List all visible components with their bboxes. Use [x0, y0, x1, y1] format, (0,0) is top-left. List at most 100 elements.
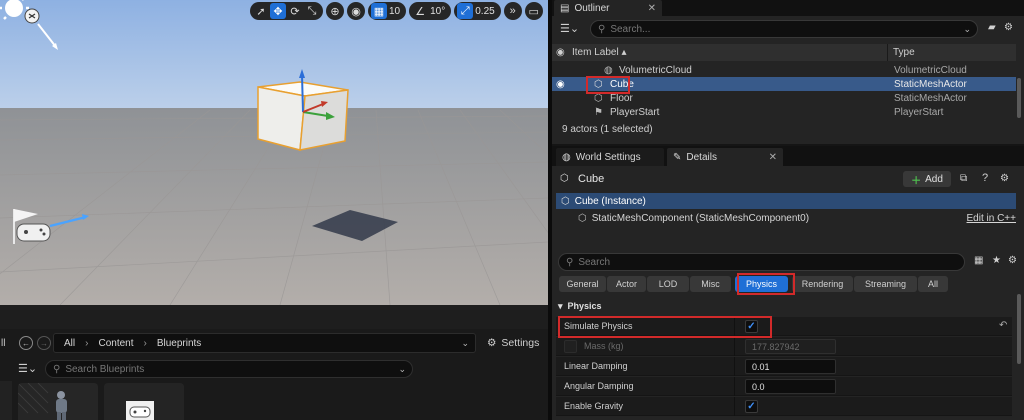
blueprint-icon[interactable]: ⧉: [960, 173, 967, 184]
add-folder-icon[interactable]: ▰: [988, 22, 996, 33]
outliner-footer: 9 actors (1 selected): [562, 124, 653, 135]
column-divider[interactable]: [734, 337, 735, 356]
mass-override-checkbox[interactable]: [564, 340, 577, 353]
camera-settings-icon[interactable]: ▭: [524, 2, 543, 20]
edit-in-cpp-link[interactable]: Edit in C++: [967, 213, 1016, 224]
more-options-icon[interactable]: »: [503, 2, 522, 20]
category-actor[interactable]: Actor: [607, 276, 646, 292]
surface-snapping-icon[interactable]: ◉: [347, 2, 365, 20]
outliner-row-volumetriccloud[interactable]: ◍ VolumetricCloud VolumetricCloud: [552, 63, 1016, 77]
simulate-physics-checkbox[interactable]: ✓: [745, 320, 758, 333]
column-divider[interactable]: [734, 397, 735, 416]
filter-icon[interactable]: ☰⌄: [560, 22, 579, 35]
close-icon[interactable]: ✕: [648, 3, 656, 14]
outliner-tab-bar: ▤ Outliner ✕: [552, 0, 1024, 16]
component-row-instance[interactable]: ⬡ Cube (Instance): [556, 193, 1016, 209]
category-general[interactable]: General: [559, 276, 606, 292]
blueprint-search-input[interactable]: ⚲ Search Blueprints ⌄: [45, 360, 413, 378]
viewport-scene[interactable]: [0, 0, 548, 305]
details-search-input[interactable]: ⚲ Search: [558, 253, 965, 271]
mass-input[interactable]: 177.827942: [745, 339, 836, 354]
column-divider[interactable]: [734, 377, 735, 396]
components-tree: ⬡ Cube (Instance) ⬡ StaticMeshComponent …: [556, 193, 1020, 227]
content-settings-button[interactable]: ⚙ Settings: [487, 337, 539, 349]
asset-tile-character[interactable]: [18, 383, 98, 420]
column-divider[interactable]: [734, 357, 735, 376]
tab-outliner[interactable]: ▤ Outliner ✕: [554, 0, 662, 16]
prop-label: Simulate Physics: [564, 321, 633, 331]
outliner-settings-icon[interactable]: ⚙: [1004, 22, 1013, 33]
scale-snap-icon[interactable]: ⤢: [457, 3, 474, 19]
category-lod[interactable]: LOD: [647, 276, 689, 292]
outliner-row-floor[interactable]: ⬡ Floor StaticMeshActor: [552, 91, 1016, 105]
component-row-staticmesh[interactable]: ⬡ StaticMeshComponent (StaticMeshCompone…: [556, 210, 1016, 226]
category-rendering[interactable]: Rendering: [792, 276, 853, 292]
prop-label: Enable Gravity: [564, 401, 624, 411]
breadcrumb-blueprints[interactable]: Blueprints: [157, 338, 201, 349]
search-placeholder: Search: [578, 256, 611, 268]
plus-icon: ＋: [911, 175, 922, 187]
grid-snap-value[interactable]: 10: [388, 6, 403, 17]
grid-snap-group[interactable]: ▦ 10: [368, 2, 407, 20]
scale-snap-value[interactable]: 0.25: [474, 6, 497, 17]
outliner-search-input[interactable]: ⚲ Search... ⌄: [590, 20, 978, 38]
breadcrumb-content[interactable]: Content: [98, 338, 133, 349]
category-filter-bar: General Actor LOD Misc Physics Rendering…: [559, 276, 948, 293]
breadcrumb-all[interactable]: All: [64, 338, 75, 349]
cloud-icon: ◍: [604, 64, 613, 76]
outliner-row-playerstart[interactable]: ⚑ PlayerStart PlayerStart: [552, 105, 1016, 119]
settings-icon[interactable]: ⚙: [1000, 173, 1009, 184]
search-icon: ⚲: [566, 256, 574, 268]
world-local-toggle-icon[interactable]: ⊕: [326, 2, 344, 20]
reset-to-default-icon[interactable]: ↶: [999, 320, 1007, 331]
chevron-down-icon[interactable]: ⌄: [461, 338, 469, 349]
rotation-snap-group[interactable]: ∠ 10°: [409, 2, 452, 20]
tab-world-settings[interactable]: ◍ World Settings: [556, 148, 664, 166]
filter-icon[interactable]: ☰⌄: [18, 362, 37, 375]
category-physics[interactable]: Physics: [735, 276, 788, 292]
angular-damping-input[interactable]: 0.0: [745, 379, 836, 394]
forward-arrow-icon[interactable]: →: [37, 336, 51, 350]
rotation-snap-value[interactable]: 10°: [429, 6, 448, 17]
details-tab-bar: ◍ World Settings ✎ Details ✕: [552, 146, 1024, 166]
details-settings-icon[interactable]: ⚙: [1008, 255, 1017, 266]
asset-tile-gamemode[interactable]: [104, 383, 184, 420]
category-streaming[interactable]: Streaming: [854, 276, 917, 292]
category-misc[interactable]: Misc: [690, 276, 731, 292]
grid-snap-icon[interactable]: ▦: [371, 3, 387, 19]
scale-snap-group[interactable]: ⤢ 0.25: [454, 2, 501, 20]
property-matrix-icon[interactable]: ▦: [974, 255, 983, 266]
chevron-down-icon[interactable]: ⌄: [963, 24, 971, 35]
scale-mode-icon[interactable]: ⤡: [304, 3, 320, 19]
world-settings-tab-label: World Settings: [575, 151, 641, 163]
back-arrow-icon[interactable]: ←: [19, 336, 33, 350]
rotate-mode-icon[interactable]: ⟳: [287, 3, 303, 19]
add-component-button[interactable]: ＋ Add: [903, 171, 951, 187]
favorites-star-icon[interactable]: ★: [992, 255, 1001, 266]
outliner-scrollbar[interactable]: [1017, 78, 1021, 118]
column-item-label[interactable]: Item Label ▴: [572, 47, 627, 58]
breadcrumb[interactable]: All › Content › Blueprints ⌄: [53, 333, 476, 353]
level-viewport[interactable]: ➚ ✥ ⟳ ⤡ ⊕ ◉ ▦ 10 ∠ 10° ⤢ 0.25 » ▭: [0, 0, 548, 305]
outliner-row-cube[interactable]: ◉ ⬡ Cube StaticMeshActor: [552, 77, 1016, 91]
prop-mass: Mass (kg) 177.827942: [556, 337, 1012, 356]
row-label: VolumetricCloud: [619, 64, 692, 76]
visibility-eye-icon[interactable]: ◉: [556, 47, 565, 58]
select-mode-icon[interactable]: ➚: [253, 3, 269, 19]
help-icon[interactable]: ?: [982, 172, 988, 184]
column-divider[interactable]: [734, 317, 735, 336]
actor-name[interactable]: Cube: [578, 173, 604, 185]
details-scrollbar[interactable]: [1017, 294, 1021, 364]
details-search-row: ⚲ Search ▦ ★ ⚙: [552, 253, 1024, 273]
enable-gravity-checkbox[interactable]: ✓: [745, 400, 758, 413]
visibility-eye-icon[interactable]: ◉: [556, 79, 565, 90]
column-type[interactable]: Type: [887, 44, 915, 61]
translate-mode-icon[interactable]: ✥: [270, 3, 286, 19]
close-icon[interactable]: ✕: [769, 152, 777, 163]
linear-damping-input[interactable]: 0.01: [745, 359, 836, 374]
physics-section-header[interactable]: ▾ Physics: [556, 299, 1016, 313]
rotation-snap-icon[interactable]: ∠: [412, 3, 428, 19]
category-all[interactable]: All: [918, 276, 948, 292]
chevron-down-icon[interactable]: ⌄: [398, 364, 406, 375]
tab-details[interactable]: ✎ Details ✕: [667, 148, 783, 166]
